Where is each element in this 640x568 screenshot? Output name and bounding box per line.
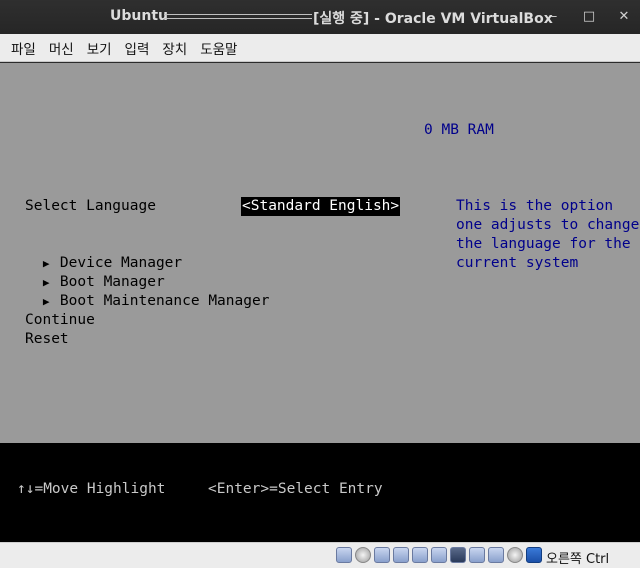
- optical-drive-icon[interactable]: [355, 547, 371, 563]
- vm-display[interactable]: 0 MB RAM Select Language <Standard Engli…: [0, 63, 640, 443]
- keyboard-capture-icon[interactable]: [526, 547, 542, 563]
- menu-view[interactable]: 보기: [87, 38, 112, 58]
- window-title: Ubuntu: [110, 8, 168, 24]
- reset-entry[interactable]: Reset: [25, 330, 69, 349]
- minimize-icon[interactable]: –: [543, 6, 565, 28]
- language-value[interactable]: <Standard English>: [241, 197, 401, 216]
- display-icon[interactable]: [450, 547, 466, 563]
- host-key-label: 오른쪽 Ctrl: [546, 552, 610, 567]
- help-text-line: one adjusts to change: [456, 217, 640, 233]
- continue-entry[interactable]: Continue: [25, 311, 95, 330]
- menu-devices[interactable]: 장치: [162, 38, 187, 58]
- help-text-line: the language for the: [456, 236, 631, 252]
- help-text-line: current system: [456, 255, 579, 271]
- help-text-line: This is the option: [456, 198, 614, 214]
- menu-machine[interactable]: 머신: [49, 38, 74, 58]
- mouse-integration-icon[interactable]: [507, 547, 523, 563]
- menu-bar: 파일 머신 보기 입력 장치 도움말: [0, 34, 640, 62]
- recording-icon[interactable]: [469, 547, 485, 563]
- move-highlight-hint: ↑↓=Move Highlight: [17, 481, 166, 497]
- audio-icon[interactable]: [374, 547, 390, 563]
- hard-disk-icon[interactable]: [336, 547, 352, 563]
- menu-file[interactable]: 파일: [11, 38, 36, 58]
- maximize-icon[interactable]: □: [578, 6, 600, 28]
- menu-help[interactable]: 도움말: [200, 38, 237, 58]
- boot-maintenance-manager-label: Boot Maintenance Manager: [59, 293, 270, 309]
- window-title-bar[interactable]: Ubuntu [실행 중] - Oracle VM VirtualBox – □…: [0, 0, 640, 34]
- bios-key-hints: ↑↓=Move Highlight <Enter>=Select Entry: [0, 443, 640, 542]
- shared-folder-icon[interactable]: [431, 547, 447, 563]
- menu-input[interactable]: 입력: [125, 38, 150, 58]
- select-language-label[interactable]: Select Language: [25, 197, 156, 216]
- usb-icon[interactable]: [412, 547, 428, 563]
- cpu-icon[interactable]: [488, 547, 504, 563]
- select-entry-hint: <Enter>=Select Entry: [208, 481, 383, 497]
- close-icon[interactable]: ✕: [613, 6, 635, 28]
- network-icon[interactable]: [393, 547, 409, 563]
- ram-info: 0 MB RAM: [424, 122, 494, 138]
- status-bar: 오른쪽 Ctrl: [0, 542, 640, 568]
- title-separator: [164, 14, 312, 19]
- submenu-arrow-icon: ▶: [42, 295, 50, 308]
- window-title-status: [실행 중] - Oracle VM VirtualBox: [313, 11, 553, 27]
